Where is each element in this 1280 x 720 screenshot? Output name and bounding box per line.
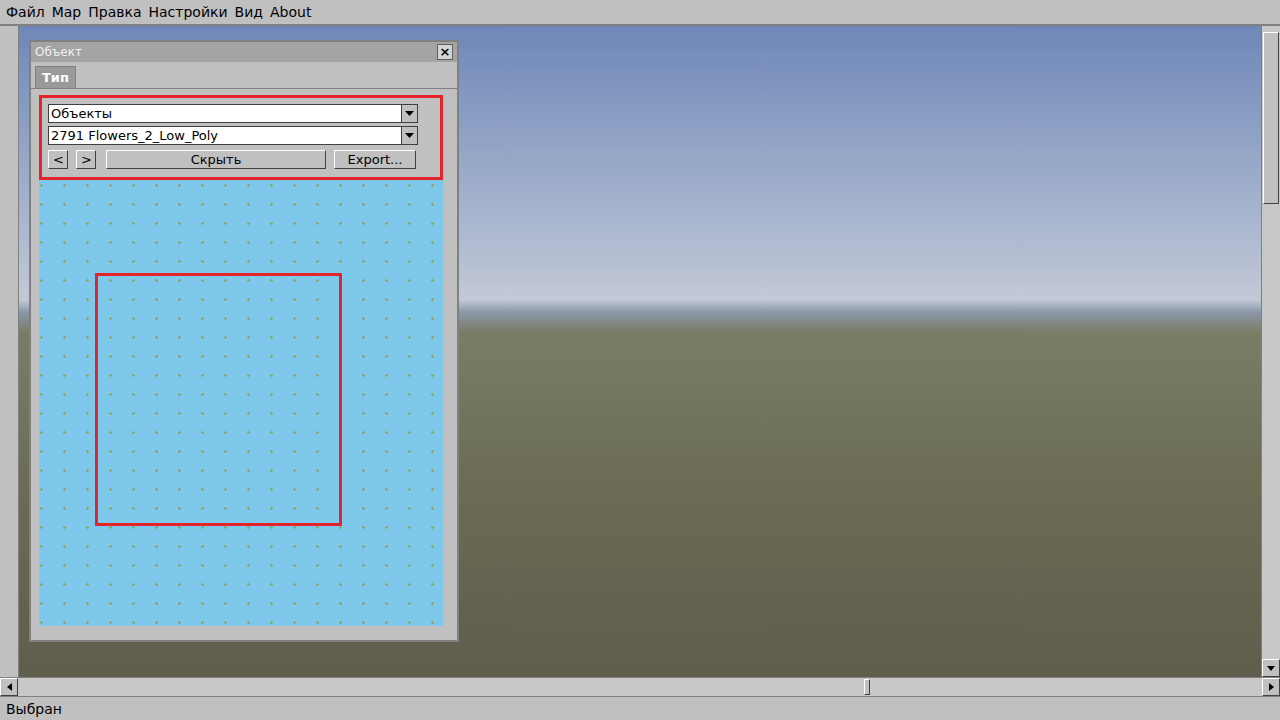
window-titlebar[interactable]: Объект × (31, 42, 457, 62)
scroll-thumb[interactable] (1263, 32, 1279, 204)
next-button[interactable]: > (76, 150, 96, 169)
scroll-thumb[interactable] (864, 679, 870, 695)
tab-panel: Объекты 2791 Flowers_2_Low_Poly < > Скрыть Ex… (31, 88, 457, 640)
left-arrow-icon[interactable] (0, 678, 18, 696)
dropdown-arrow-icon[interactable] (401, 127, 417, 144)
vertical-scrollbar[interactable] (1261, 26, 1280, 677)
prev-button[interactable]: < (48, 150, 68, 169)
main-area: Объект × Тип Объекты 2791 Flowers_2_Low_Poly… (0, 26, 1280, 677)
menu-item[interactable]: Мар (52, 4, 82, 20)
tab-strip: Тип (31, 62, 457, 88)
window-title: Объект (35, 45, 82, 59)
menu-bar: Файл Мар Правка Настройки Вид About (0, 0, 1280, 26)
scene-viewport[interactable]: Объект × Тип Объекты 2791 Flowers_2_Low_Poly… (19, 26, 1261, 677)
menu-item[interactable]: Настройки (149, 4, 228, 20)
right-arrow-icon[interactable] (1262, 678, 1280, 696)
menu-item[interactable]: About (270, 4, 311, 20)
dropdown-arrow-icon[interactable] (401, 105, 417, 122)
button-row: < > Скрыть Export... (48, 150, 418, 169)
map-editor: Файл Мар Правка Настройки Вид About Объект × Тип… (0, 0, 1280, 720)
preview-highlight (95, 273, 342, 526)
menu-item[interactable]: Правка (88, 4, 141, 20)
close-button[interactable]: × (437, 44, 453, 60)
controls-highlight: Объекты 2791 Flowers_2_Low_Poly < > Скрыть Ex… (39, 95, 443, 180)
export-button[interactable]: Export... (334, 150, 416, 169)
status-bar: Выбран (0, 696, 1280, 720)
tab[interactable]: Тип (35, 66, 76, 88)
category-dropdown[interactable]: Объекты (48, 104, 418, 123)
left-strip (0, 26, 19, 677)
object-preview[interactable] (39, 180, 443, 626)
hide-button[interactable]: Скрыть (106, 150, 326, 169)
menu-item[interactable]: Файл (6, 4, 45, 20)
horizontal-scrollbar[interactable] (0, 677, 1280, 696)
menu-item[interactable]: Вид (235, 4, 263, 20)
down-arrow-icon[interactable] (1262, 659, 1280, 677)
object-dropdown[interactable]: 2791 Flowers_2_Low_Poly (48, 126, 418, 145)
object-window[interactable]: Объект × Тип Объекты 2791 Flowers_2_Low_Poly… (29, 40, 459, 642)
